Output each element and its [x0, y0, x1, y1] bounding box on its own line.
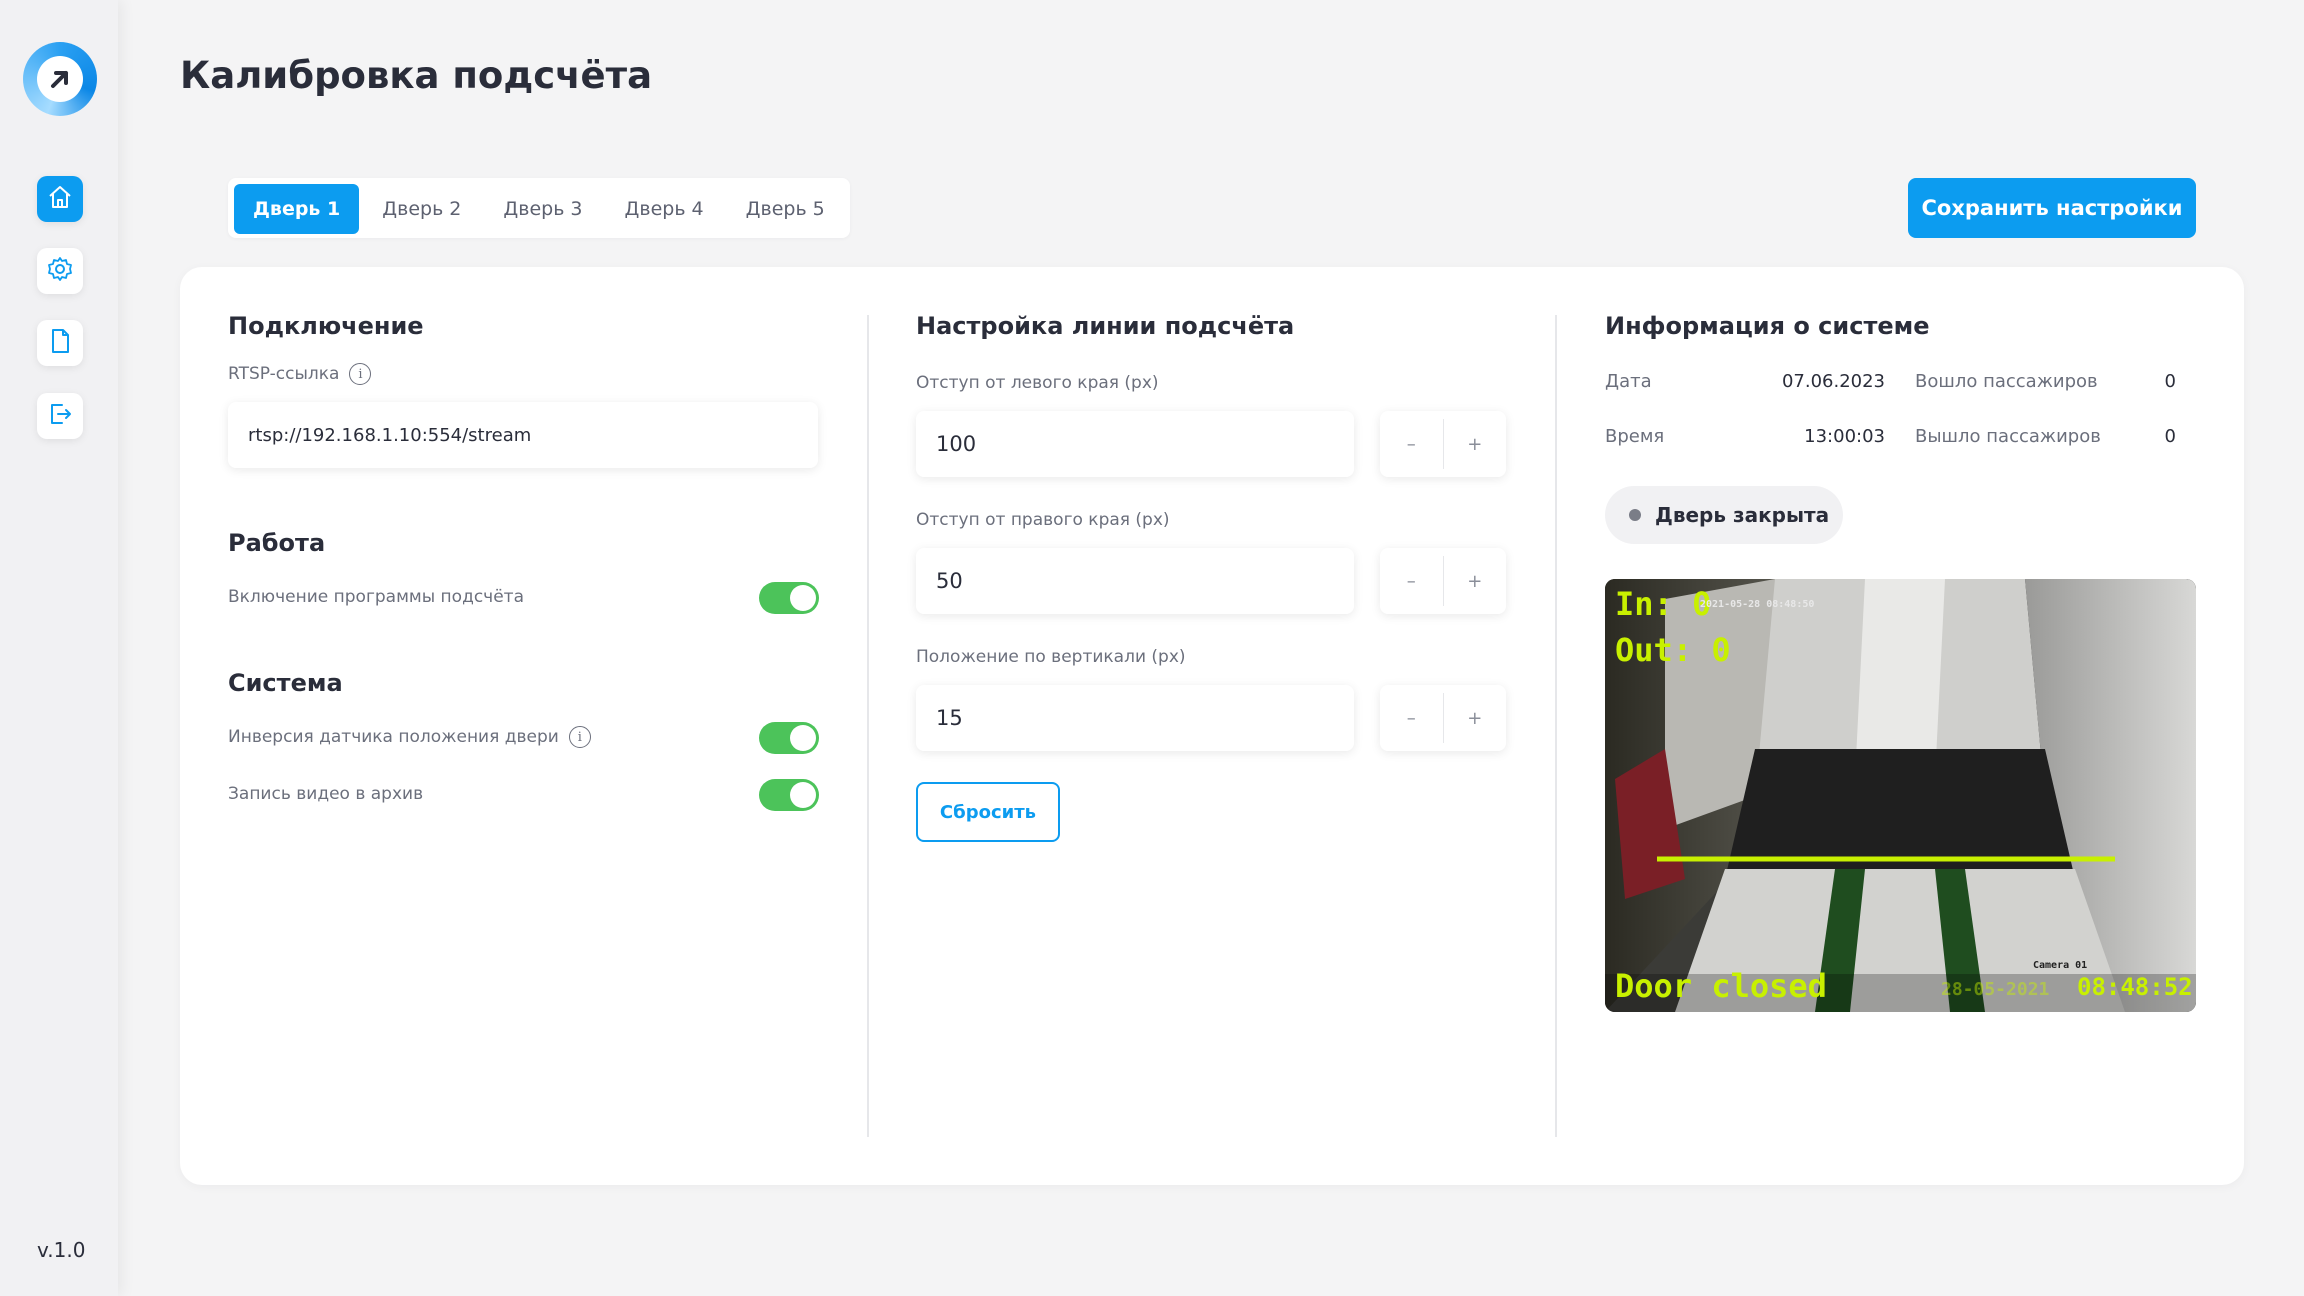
app-version: v.1.0 — [37, 1238, 86, 1262]
tab-door-2[interactable]: Дверь 2 — [363, 184, 480, 234]
work-title: Работа — [228, 529, 326, 557]
date-label: Дата — [1605, 371, 1652, 392]
camera-id: Camera 01 — [2033, 960, 2088, 971]
decrement-button[interactable]: – — [1380, 411, 1443, 477]
sidebar-item-documents[interactable] — [37, 320, 83, 366]
camera-feed: In: 0 2021-05-28 08:48:50 Out: 0 Door cl… — [1605, 579, 2196, 1012]
camera-in-counter: In: 0 — [1615, 585, 1712, 623]
reset-button[interactable]: Сбросить — [916, 782, 1060, 842]
door-status-text: Дверь закрыта — [1655, 503, 1830, 527]
camera-time: 08:48:52 — [2077, 973, 2193, 1001]
increment-button[interactable]: + — [1444, 411, 1507, 477]
column-divider — [1555, 315, 1557, 1137]
door-sensor-inversion-label: Инверсия датчика положения двери i — [228, 726, 591, 748]
connection-title: Подключение — [228, 312, 424, 340]
time-label: Время — [1605, 426, 1665, 447]
page-title: Калибровка подсчёта — [180, 54, 653, 97]
door-status-badge: Дверь закрыта — [1605, 486, 1843, 544]
enable-counting-toggle[interactable] — [759, 582, 819, 614]
date-value: 07.06.2023 — [1781, 371, 1885, 392]
right-offset-input[interactable]: 50 — [916, 548, 1354, 614]
camera-door-status: Door closed — [1615, 967, 1827, 1005]
column-divider — [867, 315, 869, 1137]
system-info-title: Информация о системе — [1605, 312, 1930, 340]
vertical-position-input[interactable]: 15 — [916, 685, 1354, 751]
sidebar: v.1.0 — [0, 0, 118, 1296]
tab-door-1[interactable]: Дверь 1 — [234, 184, 360, 234]
door-sensor-inversion-toggle[interactable] — [759, 722, 819, 754]
right-offset-stepper: – + — [1380, 548, 1506, 614]
video-archive-label: Запись видео в архив — [228, 784, 424, 804]
decrement-button[interactable]: – — [1380, 548, 1443, 614]
increment-button[interactable]: + — [1444, 685, 1507, 751]
left-offset-input[interactable]: 100 — [916, 411, 1354, 477]
enable-counting-label: Включение программы подсчёта — [228, 587, 524, 607]
left-offset-stepper: – + — [1380, 411, 1506, 477]
tab-door-3[interactable]: Дверь 3 — [484, 184, 601, 234]
camera-top-timestamp: 2021-05-28 08:48:50 — [1700, 599, 1815, 610]
increment-button[interactable]: + — [1444, 548, 1507, 614]
system-title: Система — [228, 669, 343, 697]
info-icon[interactable]: i — [568, 726, 591, 748]
door-tabs: Дверь 1 Дверь 2 Дверь 3 Дверь 4 Дверь 5 — [228, 178, 850, 238]
vertical-position-label: Положение по вертикали (px) — [916, 647, 1186, 667]
vertical-position-stepper: – + — [1380, 685, 1506, 751]
sidebar-item-home[interactable] — [37, 176, 83, 222]
decrement-button[interactable]: – — [1380, 685, 1443, 751]
counting-line-title: Настройка линии подсчёта — [916, 312, 1295, 340]
left-offset-label: Отступ от левого края (px) — [916, 373, 1159, 393]
right-offset-label: Отступ от правого края (px) — [916, 510, 1170, 530]
logout-icon — [46, 400, 74, 432]
camera-out-counter: Out: 0 — [1615, 631, 1731, 669]
passengers-out-value: 0 — [2164, 426, 2176, 447]
door-sensor-inversion-text: Инверсия датчика положения двери — [228, 727, 559, 747]
rtsp-input[interactable]: rtsp://192.168.1.10:554/stream — [228, 402, 818, 468]
passengers-out-label: Вышло пассажиров — [1915, 426, 2101, 447]
sidebar-item-settings[interactable] — [37, 248, 83, 294]
tab-door-4[interactable]: Дверь 4 — [606, 184, 723, 234]
document-icon — [46, 327, 74, 359]
home-icon — [46, 183, 74, 215]
video-archive-toggle[interactable] — [759, 779, 819, 811]
save-settings-button[interactable]: Сохранить настройки — [1908, 178, 2196, 238]
passengers-in-label: Вошло пассажиров — [1915, 371, 2098, 392]
arrow-up-right-icon — [37, 56, 83, 102]
gear-icon — [46, 255, 74, 287]
tab-door-5[interactable]: Дверь 5 — [727, 184, 844, 234]
time-value: 13:00:03 — [1804, 426, 1885, 447]
camera-bottom-date: 28-05-2021 — [1941, 979, 2050, 1000]
info-icon[interactable]: i — [349, 363, 372, 385]
passengers-in-value: 0 — [2164, 371, 2176, 392]
app-logo[interactable] — [23, 42, 97, 116]
sidebar-item-logout[interactable] — [37, 393, 83, 439]
calibration-card: Подключение RTSP-ссылка i rtsp://192.168… — [180, 267, 2244, 1185]
rtsp-label: RTSP-ссылка i — [228, 363, 372, 385]
status-dot-icon — [1629, 509, 1641, 521]
rtsp-label-text: RTSP-ссылка — [228, 364, 340, 384]
